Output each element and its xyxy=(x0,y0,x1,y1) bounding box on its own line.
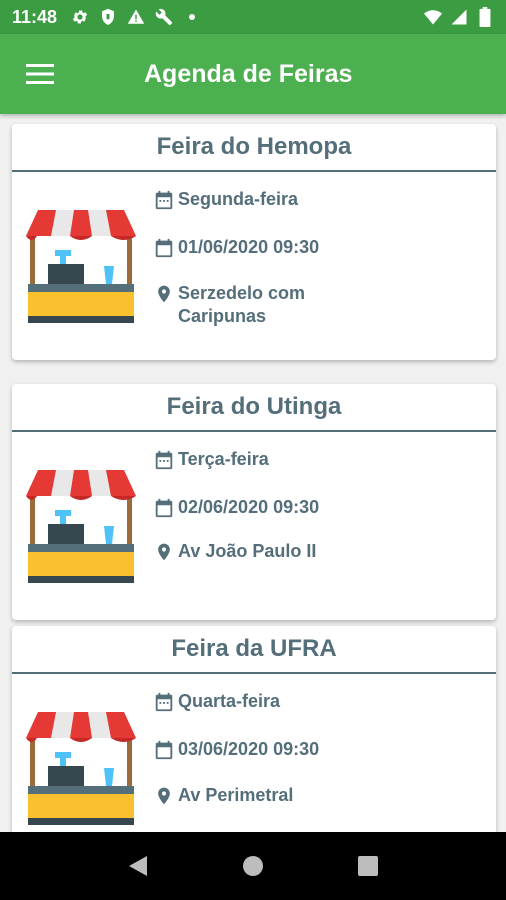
fair-datetime-row: 02/06/2020 09:30 xyxy=(152,496,319,520)
nav-home-button[interactable] xyxy=(233,846,273,886)
fair-card[interactable]: Feira do Hemopa Segunda-feira 01/06/2020… xyxy=(12,124,496,360)
fair-card[interactable]: Feira da UFRA Quarta-feira 03/06/2020 09… xyxy=(12,626,496,832)
market-stall-image xyxy=(24,208,138,329)
location-pin-icon xyxy=(152,282,176,306)
gear-icon xyxy=(71,8,89,26)
signal-icon xyxy=(450,8,468,26)
fair-title: Feira da UFRA xyxy=(12,626,496,674)
hamburger-menu-icon xyxy=(26,64,54,84)
calendar-icon xyxy=(152,448,176,472)
nav-back-button[interactable] xyxy=(118,846,158,886)
wrench-icon xyxy=(155,8,173,26)
fair-datetime-row: 03/06/2020 09:30 xyxy=(152,738,319,762)
fair-day: Terça-feira xyxy=(178,449,269,469)
location-pin-icon xyxy=(152,540,176,564)
fair-title: Feira do Utinga xyxy=(12,384,496,432)
fair-day: Segunda-feira xyxy=(178,189,299,209)
fair-location: Av Perimetral xyxy=(178,785,294,805)
back-icon xyxy=(128,856,147,876)
fair-list[interactable]: Feira do Hemopa Segunda-feira 01/06/2020… xyxy=(0,114,506,832)
fair-datetime-row: 01/06/2020 09:30 xyxy=(152,236,319,260)
fair-day-row: Quarta-feira xyxy=(152,690,280,714)
calendar-blank-icon xyxy=(152,496,176,520)
calendar-icon xyxy=(152,690,176,714)
app-title: Agenda de Feiras xyxy=(144,59,353,88)
fair-location-row: Serzedelo com Caripunas xyxy=(152,282,338,328)
status-bar: 11:48 xyxy=(0,0,506,34)
fair-datetime: 02/06/2020 09:30 xyxy=(178,497,320,517)
system-nav-bar xyxy=(0,832,506,900)
nav-recents-button[interactable] xyxy=(348,846,388,886)
fair-datetime: 01/06/2020 09:30 xyxy=(178,237,320,257)
fair-card[interactable]: Feira do Utinga Terça-feira 02/06/2020 0… xyxy=(12,384,496,620)
market-stall-image xyxy=(24,468,138,589)
market-stall-image xyxy=(24,710,138,831)
home-icon xyxy=(242,856,263,876)
fair-location-row: Av João Paulo II xyxy=(152,540,338,564)
alert-icon xyxy=(127,8,145,26)
fair-day-row: Terça-feira xyxy=(152,448,269,472)
fair-location: Serzedelo com Caripunas xyxy=(178,283,306,326)
shield-icon xyxy=(99,8,117,26)
dot-icon xyxy=(183,8,201,26)
fair-location-row: Av Perimetral xyxy=(152,784,338,808)
recents-icon xyxy=(358,856,379,876)
menu-button[interactable] xyxy=(0,34,80,114)
app-bar: Agenda de Feiras xyxy=(0,34,506,114)
calendar-blank-icon xyxy=(152,738,176,762)
location-pin-icon xyxy=(152,784,176,808)
calendar-icon xyxy=(152,188,176,212)
battery-icon xyxy=(476,7,494,27)
fair-title: Feira do Hemopa xyxy=(12,124,496,172)
fair-day-row: Segunda-feira xyxy=(152,188,298,212)
fair-day: Quarta-feira xyxy=(178,691,281,711)
wifi-icon xyxy=(424,8,442,26)
fair-location: Av João Paulo II xyxy=(178,541,317,561)
fair-datetime: 03/06/2020 09:30 xyxy=(178,739,320,759)
calendar-blank-icon xyxy=(152,236,176,260)
status-time: 11:48 xyxy=(12,6,58,27)
